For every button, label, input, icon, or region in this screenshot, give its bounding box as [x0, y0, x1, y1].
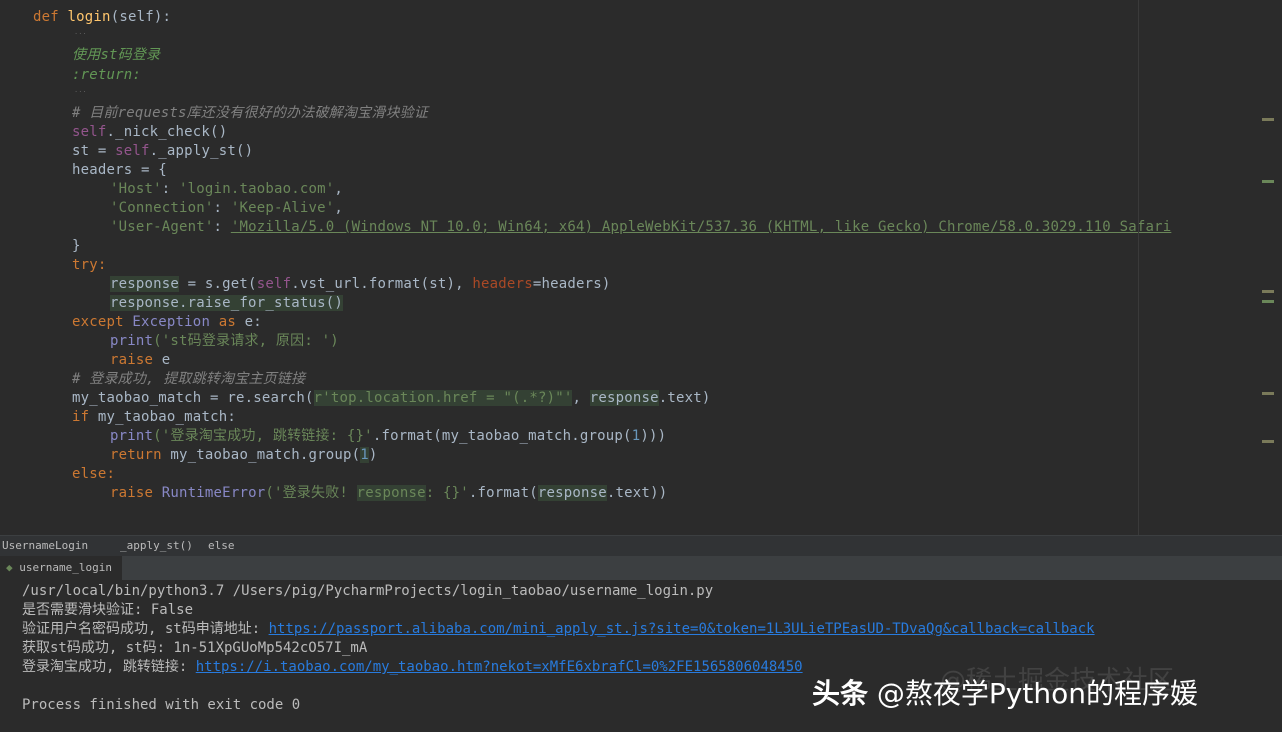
code-line-header-connection: 'Connection': 'Keep-Alive', [110, 200, 343, 216]
console-line-st-code: 获取st码成功, st码: 1n-51XpGUoMp542cO57I_mA [22, 640, 368, 656]
scroll-marker[interactable] [1262, 440, 1274, 443]
code-line-try: try: [72, 257, 107, 273]
scroll-marker[interactable] [1262, 300, 1274, 303]
scroll-marker[interactable] [1262, 392, 1274, 395]
python-run-icon: ◆ [6, 561, 13, 574]
code-line-re-search: my_taobao_match = re.search(r'top.locati… [72, 390, 711, 406]
console-line-command: /usr/local/bin/python3.7 /Users/pig/Pych… [22, 583, 714, 599]
code-line-def: def login(self): [33, 9, 172, 25]
code-line-raise-e: raise e [110, 352, 171, 368]
watermark-toutiao: 头条 @熬夜学Python的程序媛 [812, 677, 1198, 710]
code-line-raise-runtime: raise RuntimeError('登录失败! response: {}'.… [110, 485, 668, 501]
code-line-nick-check: self._nick_check() [72, 124, 228, 140]
code-line-headers: headers = { [72, 162, 167, 178]
comment-line-1: # 目前requests库还没有很好的办法破解淘宝滑块验证 [72, 105, 429, 121]
comment-line-2: # 登录成功, 提取跳转淘宝主页链接 [72, 371, 306, 387]
docstring-line-1: 使用st码登录 [72, 47, 161, 63]
code-line-return: return my_taobao_match.group(1) [110, 447, 378, 463]
right-margin-guide [1138, 0, 1139, 535]
breadcrumb: UsernameLogin _apply_st() else [0, 535, 1282, 556]
scroll-marker[interactable] [1262, 118, 1274, 121]
inline-hint: ... [74, 86, 87, 94]
console-line-exit: Process finished with exit code 0 [22, 697, 301, 713]
breadcrumb-item-method[interactable]: _apply_st() [120, 536, 193, 556]
run-tool-window-header: ◆ username_login [0, 556, 1282, 580]
code-line-get-request: response = s.get(self.vst_url.format(st)… [110, 276, 611, 292]
console-line-slider-check: 是否需要滑块验证: False [22, 602, 194, 618]
code-line-header-host: 'Host': 'login.taobao.com', [110, 181, 344, 197]
taobao-redirect-link[interactable]: https://i.taobao.com/my_taobao.htm?nekot… [196, 659, 803, 675]
code-line-print-success: print('登录淘宝成功, 跳转链接: {}'.format(my_taoba… [110, 428, 667, 444]
code-line-print-error: print('st码登录请求, 原因: ') [110, 333, 339, 349]
breadcrumb-item-class[interactable]: UsernameLogin [2, 536, 88, 556]
breadcrumb-item-else[interactable]: else [208, 536, 235, 556]
run-tab-label: username_login [19, 561, 112, 574]
code-line-else: else: [72, 466, 116, 482]
console-line-verify: 验证用户名密码成功, st码申请地址: https://passport.ali… [22, 621, 1095, 637]
inline-hint: ... [74, 28, 87, 36]
console-line-login-success: 登录淘宝成功, 跳转链接: https://i.taobao.com/my_ta… [22, 659, 803, 675]
scroll-marker[interactable] [1262, 290, 1274, 293]
run-tab[interactable]: ◆ username_login [0, 556, 122, 580]
code-editor[interactable]: def login(self): ... 使用st码登录 :return: ..… [0, 0, 1282, 535]
code-line-raise-for-status: response.raise_for_status() [110, 295, 343, 311]
scroll-marker[interactable] [1262, 180, 1274, 183]
code-line-except: except Exception as e: [72, 314, 262, 330]
code-line-apply-st: st = self._apply_st() [72, 143, 254, 159]
code-line-header-user-agent: 'User-Agent': 'Mozilla/5.0 (Windows NT 1… [110, 219, 1172, 235]
code-line-if-match: if my_taobao_match: [72, 409, 236, 425]
st-apply-link[interactable]: https://passport.alibaba.com/mini_apply_… [269, 621, 1095, 637]
code-line-close-brace: } [72, 238, 81, 254]
docstring-line-2: :return: [72, 67, 142, 83]
scrollbar-markers[interactable] [1260, 0, 1276, 535]
